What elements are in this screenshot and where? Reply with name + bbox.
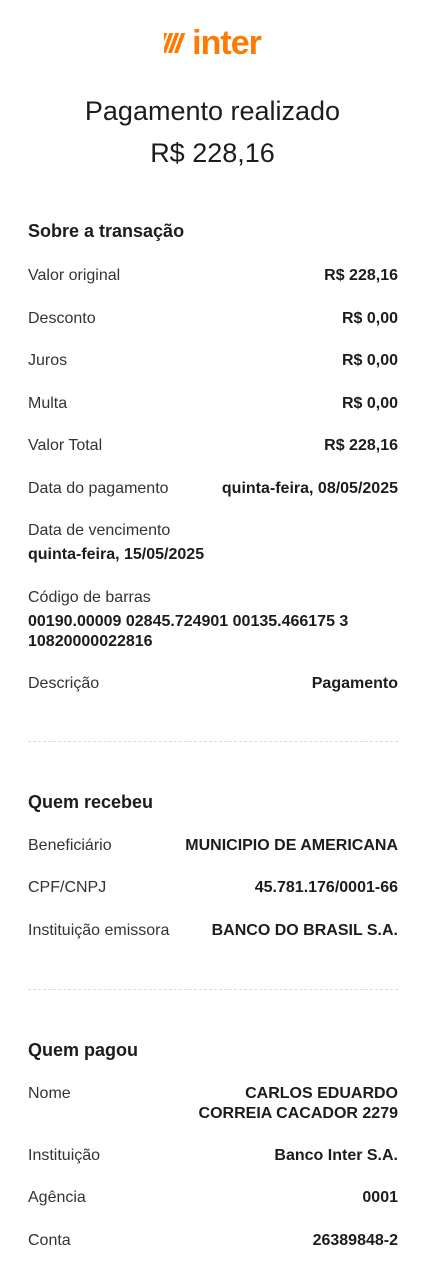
- row-instituicao: Instituição Banco Inter S.A.: [28, 1146, 398, 1166]
- row-beneficiario: Beneficiário MUNICIPIO DE AMERICANA: [28, 836, 398, 856]
- row-value: R$ 228,16: [324, 437, 398, 454]
- row-data-pagamento: Data do pagamento quinta-feira, 08/05/20…: [28, 479, 398, 499]
- row-label: Instituição: [28, 1147, 101, 1164]
- row-label: Juros: [28, 352, 68, 369]
- row-instituicao-emissora: Instituição emissora BANCO DO BRASIL S.A…: [28, 921, 398, 941]
- row-label: Beneficiário: [28, 837, 112, 854]
- row-value: quinta-feira, 08/05/2025: [221, 480, 398, 497]
- row-label: Multa: [28, 395, 68, 412]
- page-title: Pagamento realizado: [84, 96, 341, 126]
- row-data-vencimento: Data de vencimento quinta-feira, 15/05/2…: [28, 521, 398, 565]
- row-conta: Conta 26389848-2: [28, 1231, 398, 1251]
- row-label: Nome: [28, 1085, 71, 1102]
- inter-logo: inter: [0, 26, 425, 60]
- inter-logo-icon: [164, 33, 186, 53]
- row-codigo-barras: Código de barras 00190.00009 02845.72490…: [28, 588, 398, 652]
- row-value: CARLOS EDUARDO CORREIA CACADOR 2279: [198, 1085, 398, 1122]
- row-label: Descrição: [28, 675, 100, 692]
- row-value: R$ 0,00: [341, 395, 398, 412]
- row-descricao: Descrição Pagamento: [28, 674, 398, 694]
- row-value: MUNICIPIO DE AMERICANA: [185, 837, 398, 854]
- row-label: Agência: [28, 1189, 86, 1206]
- row-label: Conta: [28, 1232, 71, 1249]
- row-valor-total: Valor Total R$ 228,16: [28, 436, 398, 456]
- row-value: R$ 0,00: [341, 352, 398, 369]
- section-title-receiver: Quem recebeu: [28, 792, 154, 812]
- row-multa: Multa R$ 0,00: [28, 394, 398, 414]
- section-title-transaction: Sobre a transação: [28, 221, 185, 241]
- row-nome: Nome CARLOS EDUARDO CORREIA CACADOR 2279: [28, 1084, 398, 1124]
- row-label: Valor Total: [28, 437, 103, 454]
- inter-logo-wordmark: inter: [192, 24, 262, 62]
- row-value: Pagamento: [311, 675, 398, 692]
- divider: [28, 989, 398, 990]
- row-cpf-cnpj: CPF/CNPJ 45.781.176/0001-66: [28, 878, 398, 898]
- row-valor-original: Valor original R$ 228,16: [28, 266, 398, 286]
- payment-amount: R$ 228,16: [150, 138, 275, 168]
- row-label: Valor original: [28, 267, 121, 284]
- row-value: BANCO DO BRASIL S.A.: [211, 922, 398, 939]
- barcode-value[interactable]: 00190.00009 02845.724901 00135.466175 3 …: [28, 612, 398, 652]
- row-value: R$ 228,16: [324, 267, 398, 284]
- section-title-payer: Quem pagou: [28, 1040, 139, 1060]
- row-label: Código de barras: [28, 589, 151, 606]
- row-value: 45.781.176/0001-66: [254, 879, 398, 896]
- row-agencia: Agência 0001: [28, 1188, 398, 1208]
- row-desconto: Desconto R$ 0,00: [28, 309, 398, 329]
- row-label: Data do pagamento: [28, 480, 169, 497]
- row-value: Banco Inter S.A.: [274, 1147, 398, 1164]
- row-juros: Juros R$ 0,00: [28, 351, 398, 371]
- row-value: quinta-feira, 15/05/2025: [28, 546, 205, 563]
- row-value: 26389848-2: [312, 1232, 398, 1249]
- divider: [28, 741, 398, 742]
- row-label: CPF/CNPJ: [28, 879, 107, 896]
- row-label: Desconto: [28, 310, 96, 327]
- row-value: R$ 0,00: [341, 310, 398, 327]
- row-label: Instituição emissora: [28, 922, 170, 939]
- row-value: 0001: [362, 1189, 398, 1206]
- row-label: Data de vencimento: [28, 522, 171, 539]
